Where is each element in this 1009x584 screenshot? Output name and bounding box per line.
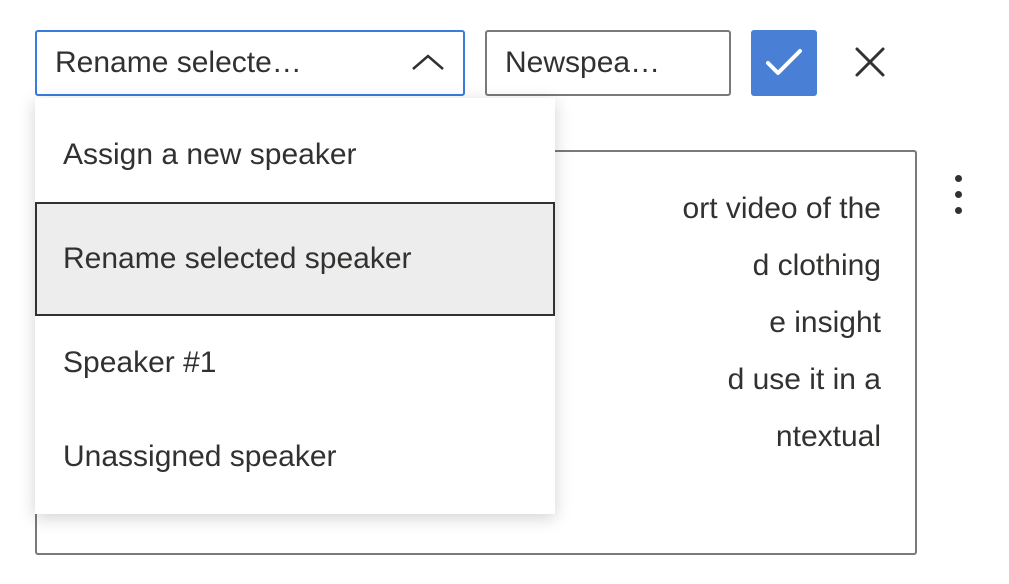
- confirm-button[interactable]: [751, 30, 817, 96]
- dropdown-option-rename-selected[interactable]: Rename selected speaker: [35, 202, 555, 316]
- dropdown-option-assign-new[interactable]: Assign a new speaker: [35, 108, 555, 202]
- speaker-name-input[interactable]: Newspea…: [485, 30, 731, 96]
- checkmark-icon: [764, 46, 804, 81]
- close-icon: [854, 46, 886, 81]
- speaker-name-value: Newspea…: [505, 46, 660, 80]
- chevron-up-icon: [411, 53, 445, 73]
- speaker-action-dropdown-list: Assign a new speaker Rename selected spe…: [35, 98, 555, 514]
- speaker-action-dropdown[interactable]: Rename selecte…: [35, 30, 465, 96]
- kebab-icon: [955, 175, 962, 182]
- speaker-edit-toolbar: Rename selecte… Newspea…: [0, 0, 1009, 106]
- dropdown-option-unassigned[interactable]: Unassigned speaker: [35, 410, 555, 504]
- dropdown-selected-label: Rename selecte…: [55, 46, 302, 80]
- more-options-button[interactable]: [933, 164, 983, 224]
- dropdown-option-speaker-1[interactable]: Speaker #1: [35, 316, 555, 410]
- cancel-button[interactable]: [837, 30, 903, 96]
